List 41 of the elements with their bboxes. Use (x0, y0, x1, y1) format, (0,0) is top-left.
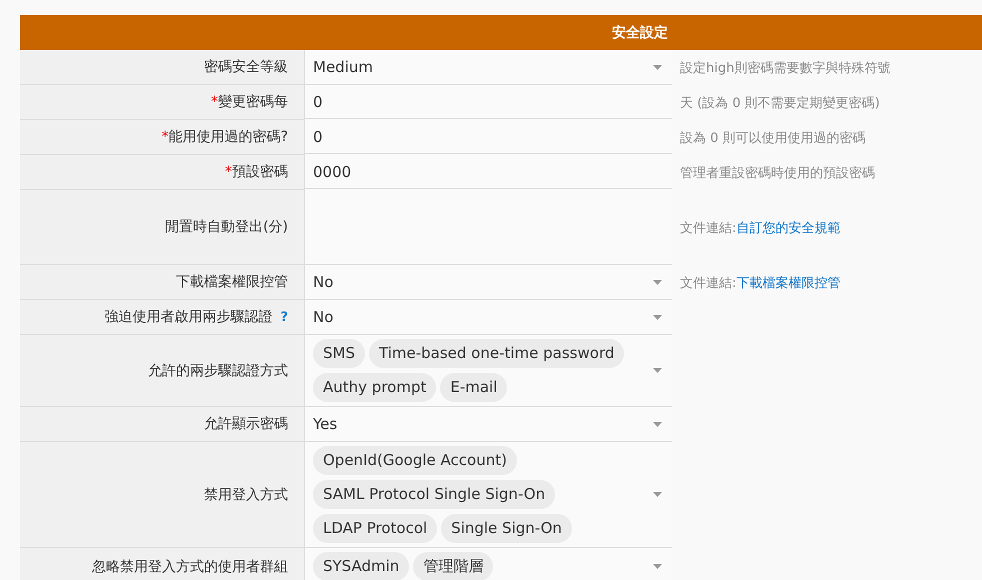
help-text: 管理者重設密碼時使用的預設密碼 (680, 164, 875, 182)
field-label: 允許顯示密碼 (204, 415, 288, 433)
caret-icon (653, 314, 662, 320)
tag-chip[interactable]: OpenId(Google Account) (313, 446, 517, 475)
caret-icon (653, 564, 662, 569)
doc-link[interactable]: 自訂您的安全規範 (736, 218, 840, 236)
required-mark: * (162, 129, 169, 145)
tag-chip[interactable]: 管理階層 (413, 552, 494, 580)
caret-icon (653, 368, 662, 373)
field-label: 閒置時自動登出(分) (165, 218, 288, 236)
required-mark: * (211, 94, 218, 110)
help-text: 文件連結: (680, 220, 736, 236)
field-label: 能用使用過的密碼? (168, 128, 288, 146)
field-label: 變更密碼每 (218, 93, 288, 111)
caret-icon (653, 64, 662, 70)
tag-chip[interactable]: Authy prompt (313, 373, 436, 402)
tag-chip[interactable]: SYSAdmin (313, 552, 410, 580)
help-text: 文件連結: (680, 274, 736, 292)
field-label: 強迫使用者啟用兩步驟認證 (104, 308, 272, 326)
field-label: 忽略禁用登入方式的使用者群組 (92, 558, 288, 576)
field-label: 預設密碼 (232, 163, 288, 181)
tag-chip[interactable]: SMS (313, 339, 365, 368)
required-mark: * (225, 164, 232, 180)
field-label: 下載檔案權限控管 (176, 273, 288, 291)
help-icon[interactable]: ? (280, 310, 288, 324)
caret-icon (653, 422, 662, 426)
caret-icon (653, 280, 662, 284)
tag-chip[interactable]: Time-based one-time password (369, 339, 624, 368)
caret-icon (653, 492, 662, 497)
section-title: 安全設定 (612, 24, 668, 42)
help-text: 設為 0 則可以使用使用過的密碼 (680, 130, 866, 146)
field-label: 允許的兩步驟認證方式 (148, 362, 288, 380)
tag-chip[interactable]: E-mail (440, 373, 508, 402)
tag-chip[interactable]: SAML Protocol Single Sign-On (313, 480, 556, 509)
field-label: 禁用登入方式 (204, 486, 288, 504)
help-text: 設定high則密碼需要數字與特殊符號 (680, 60, 890, 76)
tag-chip[interactable]: LDAP Protocol (313, 514, 438, 543)
doc-link[interactable]: 下載檔案權限控管 (736, 274, 840, 292)
help-text: 天 (設為 0 則不需要定期變更密碼) (680, 94, 880, 112)
field-label: 密碼安全等級 (204, 58, 288, 76)
tag-chip[interactable]: Single Sign-On (441, 514, 572, 543)
